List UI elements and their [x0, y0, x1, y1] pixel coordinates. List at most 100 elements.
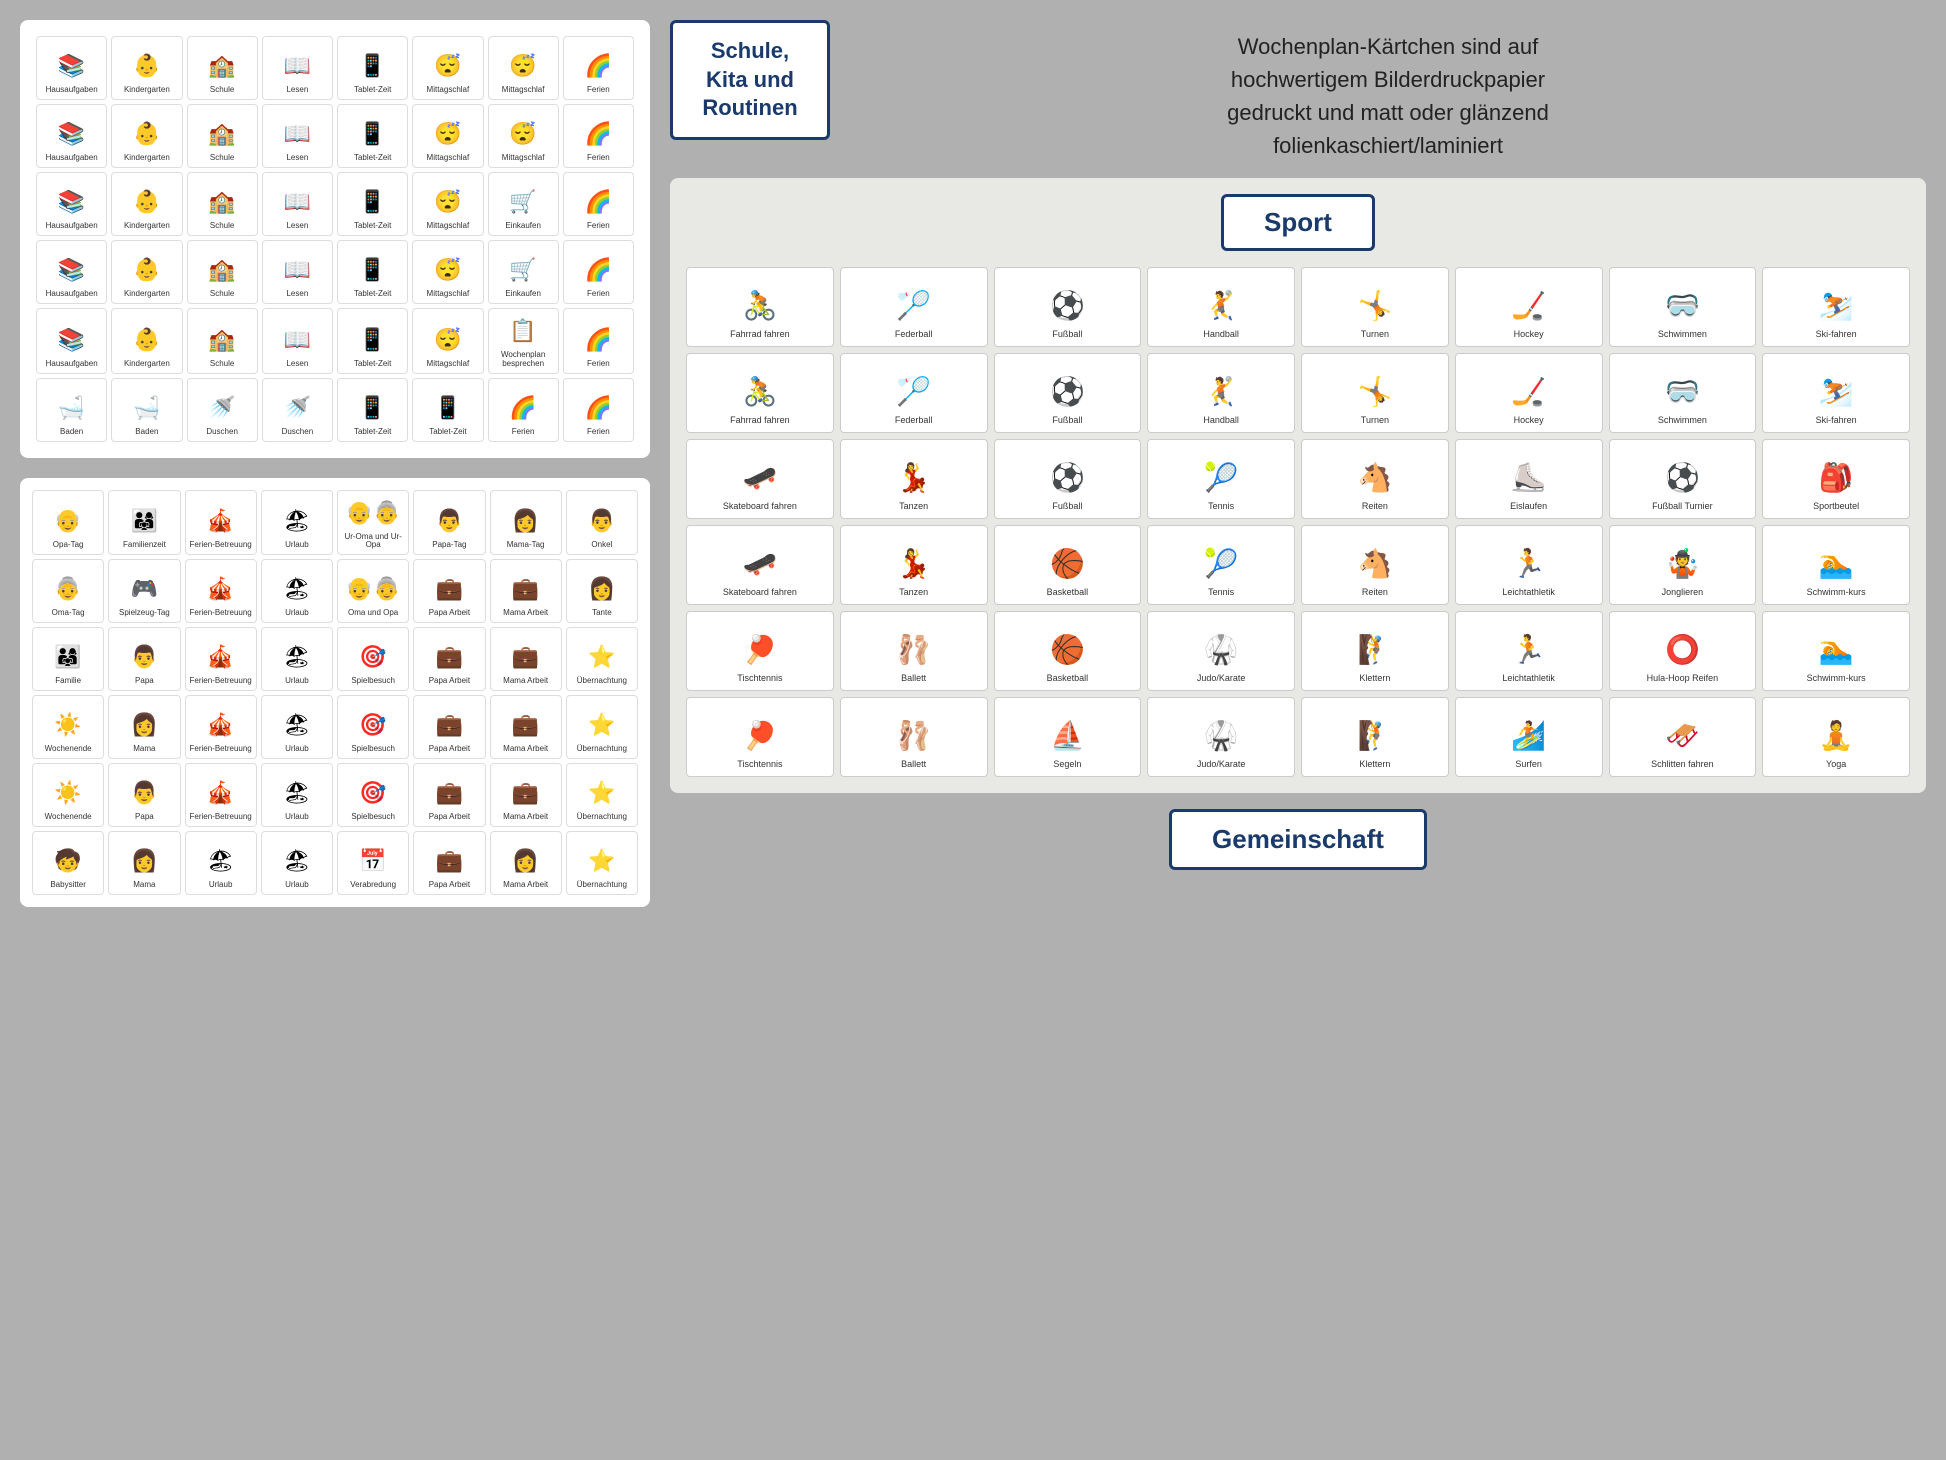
- top-card-item: 📚Hausaufgaben: [36, 172, 107, 236]
- card-label: Urlaub: [285, 609, 309, 618]
- bottom-left-card-item: 💼Mama Arbeit: [490, 627, 562, 691]
- card-label: Mittagschlaf: [427, 290, 470, 299]
- card-label: Mama Arbeit: [503, 813, 548, 822]
- top-card-item: 📱Tablet-Zeit: [337, 36, 408, 100]
- sport-icon: 💃: [896, 455, 931, 499]
- bottom-left-card-item: 🎯Spielbesuch: [337, 695, 409, 759]
- sport-icon: 🏀: [1050, 541, 1085, 585]
- sport-card-item: 🤸Turnen: [1301, 267, 1449, 347]
- bottom-left-card-grid: 👴Opa-Tag👨‍👩‍👧Familienzeit🎪Ferien-Betreuu…: [32, 490, 638, 896]
- card-label: Urlaub: [209, 881, 233, 890]
- sport-icon: 🧗: [1357, 627, 1392, 671]
- card-icon: 📚: [58, 48, 85, 84]
- sport-label: Turnen: [1361, 329, 1389, 340]
- card-label: Tablet-Zeit: [354, 428, 391, 437]
- card-icon: 💼: [512, 707, 539, 743]
- card-icon: 💼: [512, 775, 539, 811]
- sport-card-item: ⭕Hula-Hoop Reifen: [1609, 611, 1757, 691]
- card-label: Ferien-Betreuung: [189, 677, 251, 686]
- sport-icon: 🛷: [1665, 713, 1700, 757]
- sport-card-item: 🏄Surfen: [1455, 697, 1603, 777]
- sport-icon: 🧘: [1819, 713, 1854, 757]
- sport-label: Fußball: [1052, 415, 1082, 426]
- sport-card-item: 🏒Hockey: [1455, 267, 1603, 347]
- sport-card-item: 🤹Jonglieren: [1609, 525, 1757, 605]
- sport-icon: 🩰: [896, 627, 931, 671]
- sport-label: Klettern: [1359, 759, 1390, 770]
- card-icon: 🌈: [585, 48, 612, 84]
- sport-card-item: ⛸️Eislaufen: [1455, 439, 1603, 519]
- card-label: Mama Arbeit: [503, 677, 548, 686]
- bottom-left-card-item: 👨‍👩‍👧Familie: [32, 627, 104, 691]
- card-icon: 🚿: [284, 390, 311, 426]
- card-label: Lesen: [286, 154, 308, 163]
- description-text: Wochenplan-Kärtchen sind auf hochwertige…: [850, 20, 1926, 162]
- card-label: Wochenende: [45, 813, 92, 822]
- schule-badge: Schule, Kita und Routinen: [670, 20, 830, 140]
- card-label: Lesen: [286, 222, 308, 231]
- sport-icon: 🛹: [742, 455, 777, 499]
- top-card-grid: 📚Hausaufgaben👶Kindergarten🏫Schule📖Lesen📱…: [36, 36, 634, 442]
- gemeinschaft-badge: Gemeinschaft: [1169, 809, 1427, 870]
- card-icon: 🎯: [359, 707, 386, 743]
- top-card-item: 🌈Ferien: [563, 104, 634, 168]
- top-card-item: 👶Kindergarten: [111, 308, 182, 374]
- top-card-item: 🌈Ferien: [488, 378, 559, 442]
- card-label: Mama-Tag: [507, 541, 545, 550]
- card-label: Kindergarten: [124, 290, 170, 299]
- sport-label: Ballett: [901, 673, 926, 684]
- card-icon: 👨: [436, 503, 463, 539]
- card-icon: 👴👵: [346, 495, 401, 531]
- card-label: Ferien: [587, 290, 610, 299]
- bottom-left-card-item: 💼Papa Arbeit: [413, 831, 485, 895]
- card-label: Spielzeug-Tag: [119, 609, 170, 618]
- card-label: Verabredung: [350, 881, 396, 890]
- card-icon: 📱: [359, 184, 386, 220]
- top-card-item: 👶Kindergarten: [111, 104, 182, 168]
- sport-card-item: 🎒Sportbeutel: [1762, 439, 1910, 519]
- sport-card-item: 🏓 Tischtennis: [686, 697, 834, 777]
- sport-badge-text: Sport: [1264, 207, 1332, 237]
- card-label: Ferien: [587, 154, 610, 163]
- sport-label: Basketball: [1047, 673, 1089, 684]
- bottom-left-card-item: 🎪Ferien-Betreuung: [185, 627, 257, 691]
- sport-card-item: 🐴Reiten: [1301, 525, 1449, 605]
- sport-icon: 🥋: [1204, 627, 1239, 671]
- bottom-left-card-item: 👩Mama-Tag: [490, 490, 562, 556]
- card-icon: 😴: [434, 322, 461, 358]
- card-icon: 🏖: [283, 639, 311, 675]
- bottom-left-card-item: 👩Tante: [566, 559, 638, 623]
- top-card-item: 🏫Schule: [187, 308, 258, 374]
- bottom-left-card-item: 👨Papa: [108, 627, 180, 691]
- card-icon: 👶: [133, 184, 160, 220]
- sport-card-item: 🤾Handball: [1147, 267, 1295, 347]
- sport-icon: 💃: [896, 541, 931, 585]
- top-card-item: 📚Hausaufgaben: [36, 308, 107, 374]
- card-label: Hausaufgaben: [46, 154, 98, 163]
- top-card-item: 📖Lesen: [262, 104, 333, 168]
- sport-card-item: ⚽Fußball: [994, 439, 1142, 519]
- card-icon: 🚿: [208, 390, 235, 426]
- card-label: Kindergarten: [124, 360, 170, 369]
- sport-card-item: 🥋 Judo/Karate: [1147, 611, 1295, 691]
- bottom-left-card-item: 🏖Urlaub: [185, 831, 257, 895]
- bottom-left-card-item: 👨Papa-Tag: [413, 490, 485, 556]
- bottom-left-card-item: 🏖Urlaub: [261, 490, 333, 556]
- sport-card-item: 🛷Schlitten fahren: [1609, 697, 1757, 777]
- card-icon: 👴: [54, 503, 81, 539]
- sport-icon: 🏸: [896, 369, 931, 413]
- sport-icon: 🏓: [742, 713, 777, 757]
- sport-card-item: 🛹Skateboard fahren: [686, 525, 834, 605]
- card-icon: 😴: [434, 184, 461, 220]
- sport-label: Turnen: [1361, 415, 1389, 426]
- sport-card-item: 🧗Klettern: [1301, 611, 1449, 691]
- card-label: Familie: [55, 677, 81, 686]
- sport-label: Tischtennis: [737, 759, 782, 770]
- card-label: Papa Arbeit: [429, 881, 470, 890]
- card-label: Opa-Tag: [53, 541, 84, 550]
- sport-label: Judo/Karate: [1197, 673, 1246, 684]
- sport-label: Skateboard fahren: [723, 587, 797, 598]
- card-label: Papa Arbeit: [429, 813, 470, 822]
- top-card-item: 😴Mittagschlaf: [412, 240, 483, 304]
- sport-card-item: 🏓Tischtennis: [686, 611, 834, 691]
